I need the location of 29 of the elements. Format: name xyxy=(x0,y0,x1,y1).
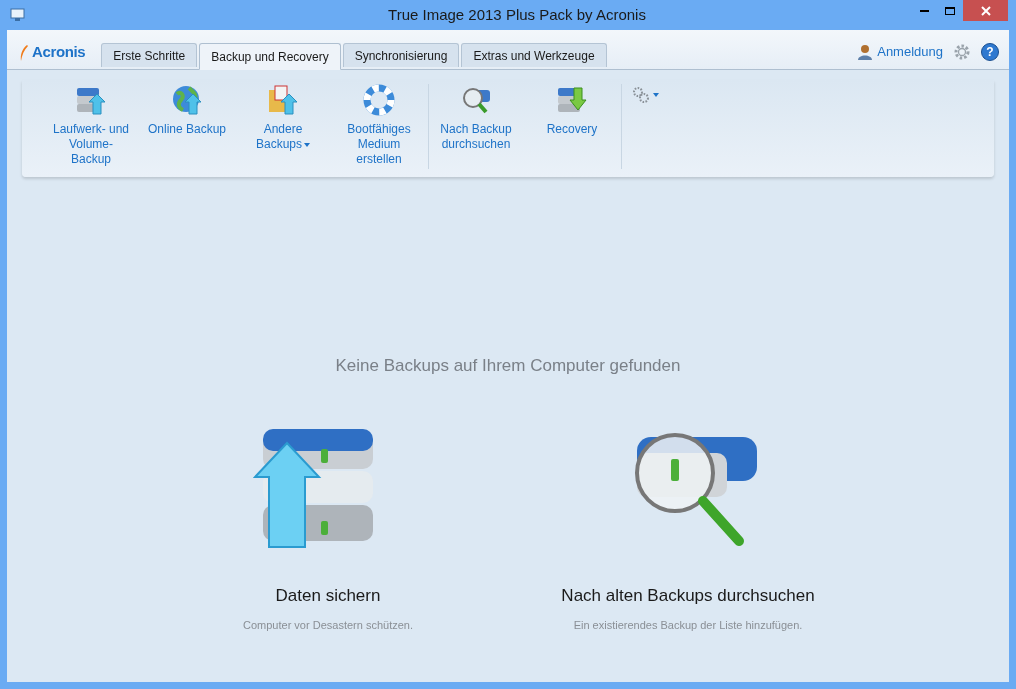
tab[interactable]: Synchronisierung xyxy=(342,43,460,67)
logo-swoosh-icon xyxy=(19,43,29,62)
toolbar-button[interactable]: Laufwerk- und Volume- Backup xyxy=(50,84,132,167)
close-icon xyxy=(980,5,991,16)
toolbar-button[interactable]: Andere Backups xyxy=(242,84,324,152)
lifebuoy-icon xyxy=(363,84,395,116)
gears-menu-button[interactable] xyxy=(632,86,659,104)
login-link[interactable]: Anmeldung xyxy=(877,41,943,62)
toolbar-button[interactable]: Online Backup xyxy=(146,84,228,137)
toolbar-button[interactable]: Recovery xyxy=(531,84,613,137)
action-description: Ein existierendes Backup der Liste hinzufügen. xyxy=(573,618,803,633)
action-description: Computer vor Desastern schützen. xyxy=(243,618,413,633)
action-link[interactable]: Nach alten Backups durchsuchen xyxy=(561,582,815,608)
empty-state-message: Keine Backups auf Ihrem Computer gefunden xyxy=(335,355,681,377)
tab[interactable]: Erste Schritte xyxy=(101,43,198,67)
logo: Acronis xyxy=(32,42,86,63)
tab[interactable]: Backup und Recovery xyxy=(199,43,341,70)
close-button[interactable] xyxy=(963,0,1008,21)
folder-upload-icon xyxy=(267,84,299,116)
help-button[interactable]: ? xyxy=(981,42,999,61)
globe-upload-icon xyxy=(171,84,203,116)
app-icon xyxy=(10,8,26,22)
tab[interactable]: Extras und Werkzeuge xyxy=(461,43,607,67)
toolbar-button[interactable]: Nach Backup durchsuchen xyxy=(435,84,517,152)
toolbar-button[interactable]: Bootfähiges Medium erstellen xyxy=(338,84,420,167)
action-link[interactable]: Daten sichern xyxy=(275,582,381,608)
user-icon xyxy=(857,43,874,60)
settings-icon[interactable] xyxy=(953,42,971,61)
window-title: True Image 2013 Plus Pack by Acronis xyxy=(388,4,646,25)
